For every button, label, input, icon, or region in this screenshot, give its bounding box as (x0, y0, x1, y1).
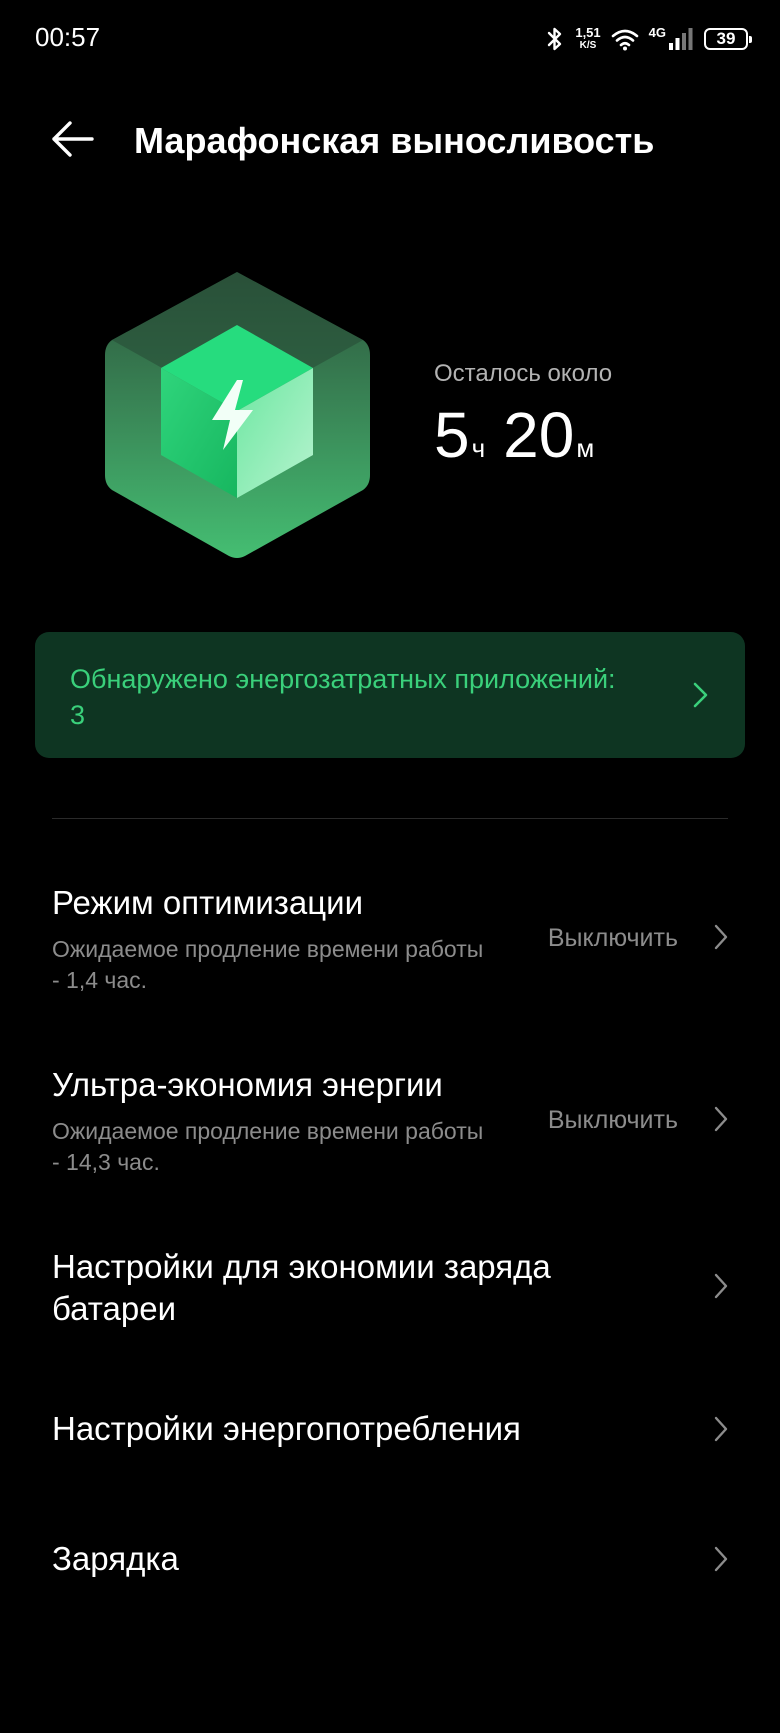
hours-value: 5 (434, 399, 470, 471)
row-value: Выключить (547, 1106, 678, 1134)
power-consumption-settings-row[interactable]: Настройки энергопотребления (0, 1406, 780, 1456)
row-title: Ультра-экономия энергии (52, 1066, 443, 1103)
remaining-time: 5ч 20м (434, 398, 612, 472)
divider (52, 818, 728, 819)
wifi-icon (611, 29, 638, 51)
optimization-mode-row[interactable]: Режим оптимизации Ожидаемое продление вр… (0, 880, 780, 1000)
arrow-left-icon[interactable] (48, 114, 98, 164)
network-type: 4G (648, 25, 666, 40)
remaining-label: Осталось около (434, 360, 613, 387)
bluetooth-icon (548, 27, 562, 51)
chevron-right-icon (714, 1416, 728, 1442)
chevron-right-icon (714, 924, 728, 950)
row-title: Зарядка (52, 1540, 179, 1577)
power-hungry-apps-text: Обнаружено энергозатратных приложений: 3 (70, 664, 616, 730)
page-title: Марафонская выносливость (134, 120, 655, 161)
power-hungry-apps-card[interactable]: Обнаружено энергозатратных приложений: 3 (35, 632, 745, 758)
battery-level: 39 (716, 29, 736, 48)
header: Марафонская выносливость (0, 100, 780, 180)
net-speed: 1,51 K/S (575, 26, 600, 52)
chevron-right-icon (693, 682, 708, 708)
chevron-right-icon (714, 1273, 728, 1299)
ultra-power-saving-row[interactable]: Ультра-экономия энергии Ожидаемое продле… (0, 1062, 780, 1182)
battery-icon: 39 (704, 28, 752, 50)
status-time: 00:57 (35, 22, 101, 52)
hours-unit: ч (471, 433, 486, 463)
charging-row[interactable]: Зарядка (0, 1536, 780, 1586)
row-subtitle: Ожидаемое продление времени работы - 1,4… (52, 936, 484, 993)
battery-cube-icon (105, 272, 370, 558)
battery-summary: Осталось около 5ч 20м (0, 260, 780, 560)
status-icons: 1,51 K/S 4G 39 (545, 22, 752, 56)
minutes-value: 20 (503, 399, 575, 471)
row-title: Режим оптимизации (52, 884, 364, 921)
battery-saving-settings-row[interactable]: Настройки для экономии заряда батареи (0, 1244, 780, 1334)
row-value: Выключить (547, 924, 678, 952)
minutes-unit: м (576, 433, 595, 463)
chevron-right-icon (714, 1546, 728, 1572)
signal-icon (669, 28, 693, 50)
row-title: Настройки для экономии заряда батареи (52, 1248, 551, 1327)
row-title: Настройки энергопотребления (52, 1410, 521, 1447)
row-subtitle: Ожидаемое продление времени работы - 14,… (52, 1118, 484, 1175)
net-speed-unit: K/S (579, 40, 597, 51)
chevron-right-icon (714, 1106, 728, 1132)
status-bar: 00:57 1,51 K/S 4G 39 (0, 0, 780, 80)
net-speed-value: 1,51 (575, 25, 601, 40)
